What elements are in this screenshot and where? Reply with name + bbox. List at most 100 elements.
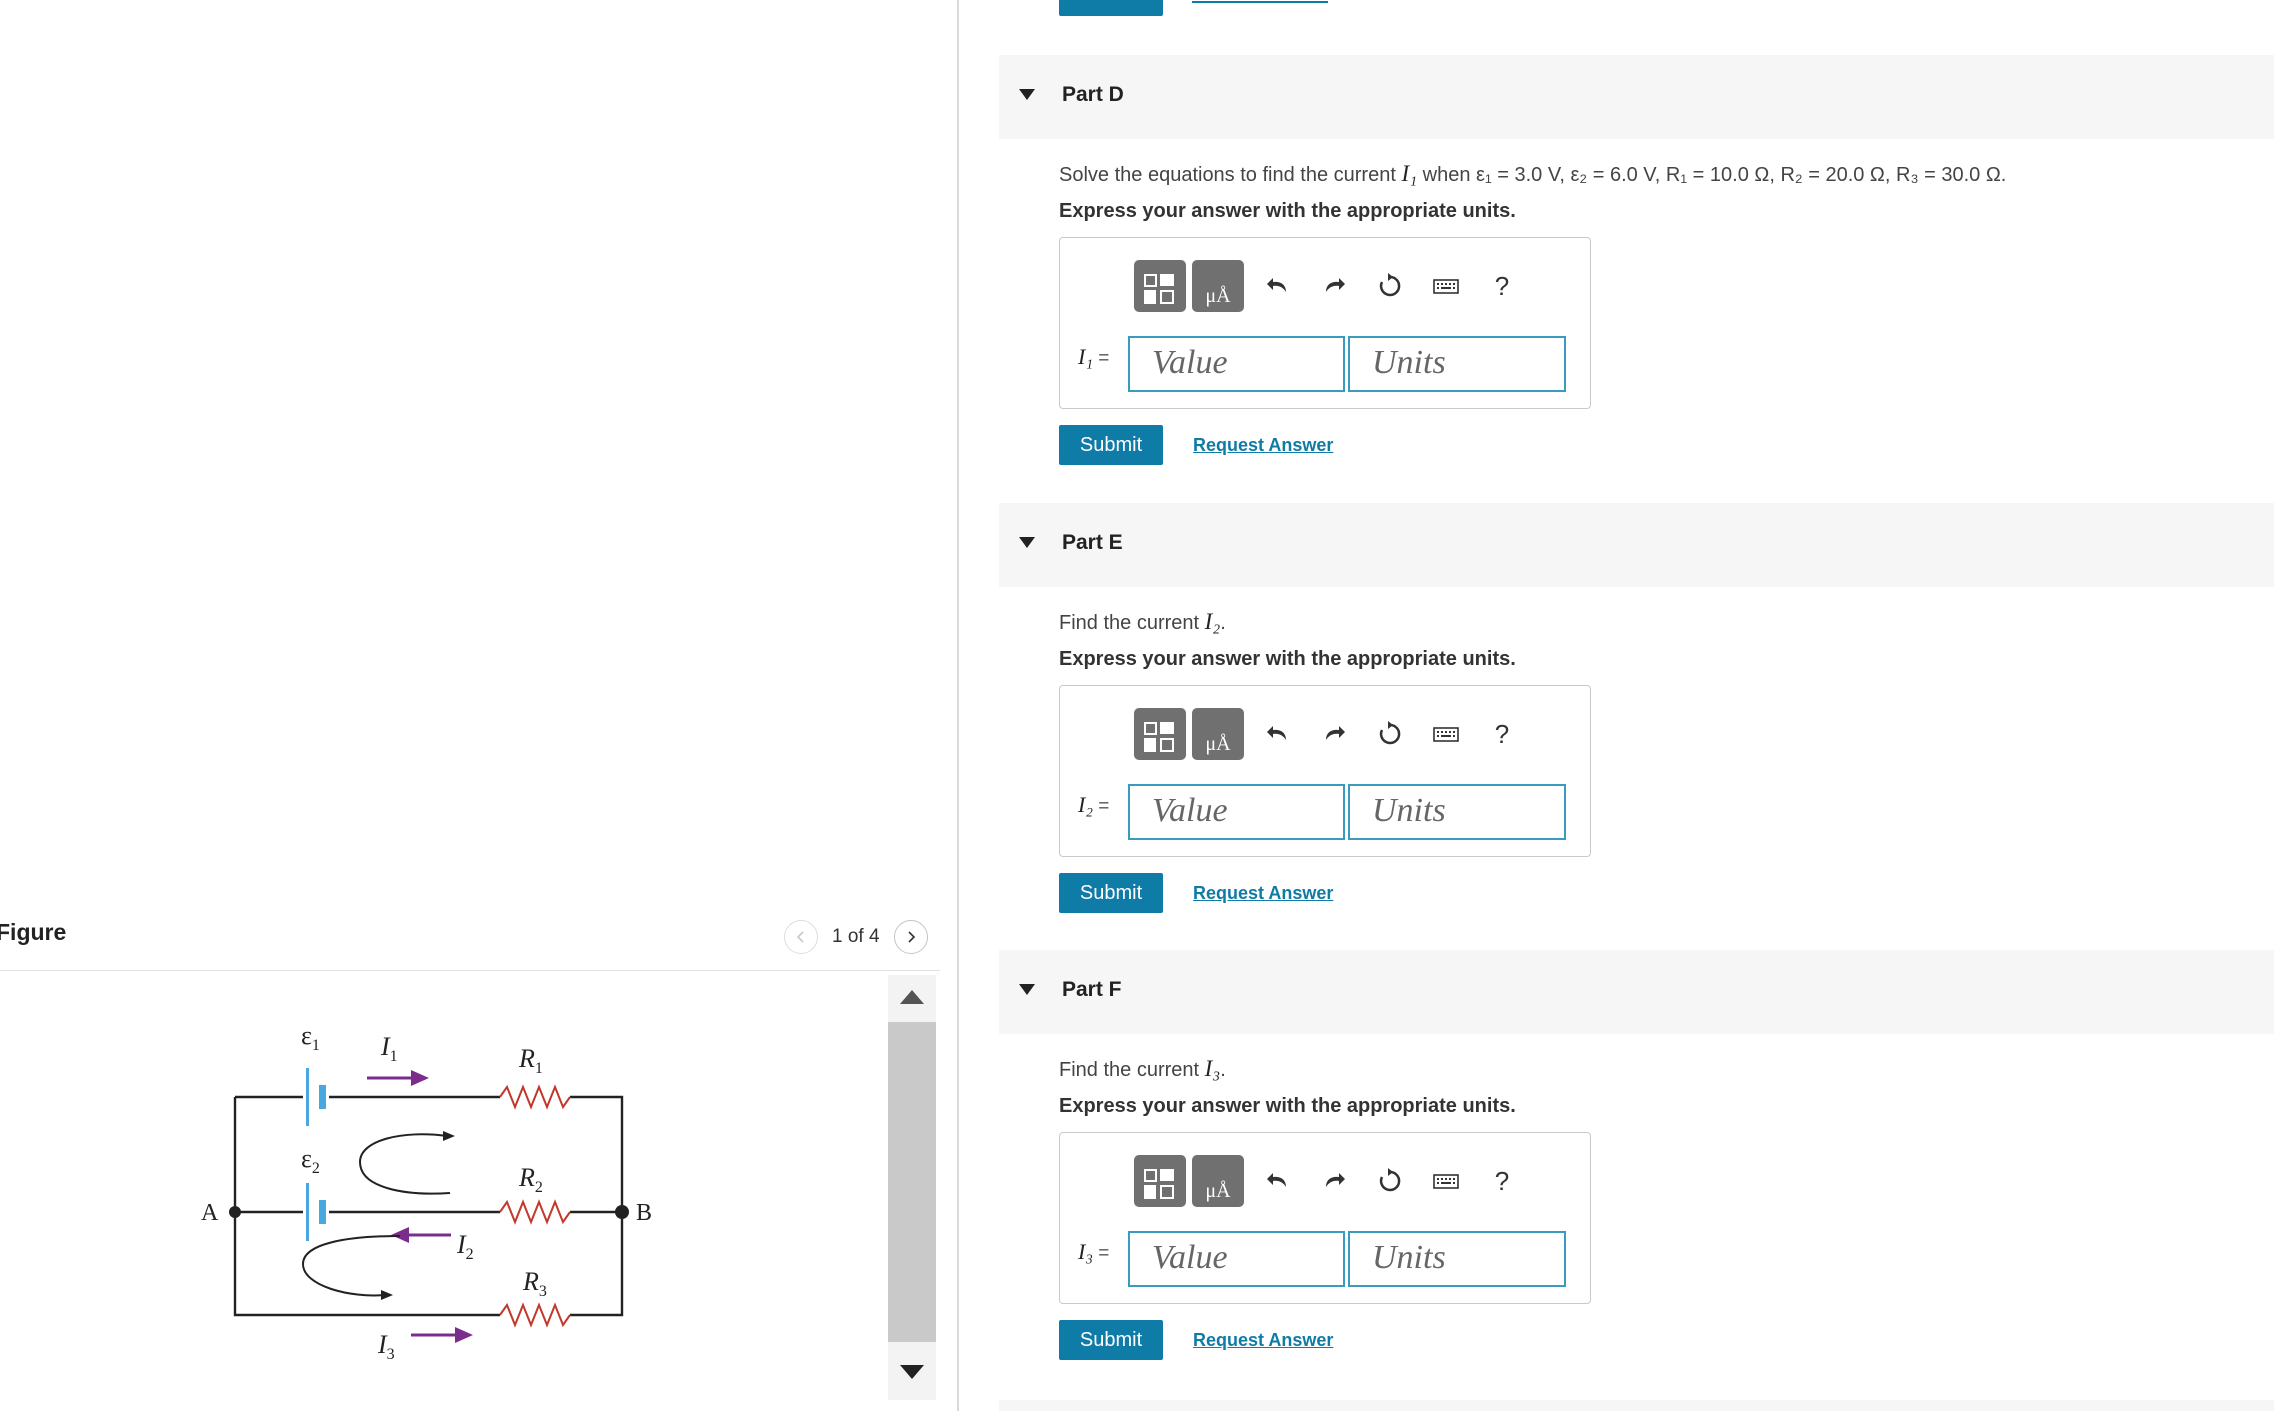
resistor-r2	[499, 1199, 571, 1225]
keyboard-icon[interactable]	[1418, 260, 1474, 312]
part-f: Part F Find the current I₃. Express your…	[999, 950, 2274, 1360]
undo-icon[interactable]	[1250, 1155, 1306, 1207]
keyboard-icon[interactable]	[1418, 1155, 1474, 1207]
part-d-variable-label: I₁ =	[1078, 344, 1110, 369]
i2-label: I2	[456, 1230, 474, 1263]
loop-arrow-upper	[358, 1133, 451, 1195]
resistor-r3	[499, 1302, 571, 1328]
node-b-label: B	[636, 1200, 652, 1226]
units-icon[interactable]: μÅ	[1192, 708, 1244, 760]
part-f-title: Part F	[1062, 978, 1122, 1001]
redo-icon[interactable]	[1306, 260, 1362, 312]
undo-icon[interactable]	[1250, 708, 1306, 760]
emf2-plate-long	[306, 1183, 309, 1241]
part-e-title: Part E	[1062, 531, 1123, 554]
redo-icon[interactable]	[1306, 1155, 1362, 1207]
part-d-submit-button[interactable]: Submit	[1059, 425, 1163, 465]
part-e-units-input[interactable]: Units	[1348, 784, 1566, 840]
next-part-header-edge	[999, 1400, 2274, 1411]
r1-label: R1	[518, 1044, 543, 1077]
circuit-diagram: ε1 ε2 I1 I2 I3 R1 R2 R3 A B	[201, 1021, 652, 1363]
emf2-label: ε2	[301, 1144, 320, 1177]
reset-icon[interactable]	[1362, 260, 1418, 312]
part-d-request-answer-link[interactable]: Request Answer	[1193, 435, 1333, 456]
part-d-value-input[interactable]: Value	[1128, 336, 1345, 392]
next-figure-button[interactable]	[893, 920, 928, 954]
part-e: Part E Find the current I₂. Express your…	[999, 503, 2274, 913]
triangle-up-icon	[900, 990, 924, 1004]
caret-down-icon	[1019, 984, 1035, 995]
node-a-label: A	[201, 1200, 219, 1226]
help-icon[interactable]: ?	[1474, 708, 1530, 760]
keyboard-icon[interactable]	[1418, 708, 1474, 760]
part-e-instruction: Express your answer with the appropriate…	[1059, 648, 1516, 670]
r3-label: R3	[522, 1267, 547, 1300]
previous-figure-button[interactable]	[784, 920, 818, 954]
figure-title: Figure	[0, 919, 67, 945]
i3-label: I3	[377, 1330, 395, 1363]
part-e-header[interactable]: Part E	[999, 503, 2274, 587]
scroll-down-button[interactable]	[888, 1350, 936, 1394]
part-f-request-answer-link[interactable]: Request Answer	[1193, 1330, 1333, 1351]
help-icon[interactable]: ?	[1474, 260, 1530, 312]
part-e-request-answer-link[interactable]: Request Answer	[1193, 883, 1333, 904]
part-f-variable-label: I₃ =	[1078, 1239, 1110, 1264]
part-d-units-input[interactable]: Units	[1348, 336, 1566, 392]
current-arrow-i3	[411, 1327, 473, 1343]
part-e-submit-button[interactable]: Submit	[1059, 873, 1163, 913]
previous-submit-button[interactable]	[1059, 0, 1163, 16]
part-f-units-input[interactable]: Units	[1348, 1231, 1566, 1287]
part-e-answer-box: μÅ ? I₂ = Value Units	[1059, 685, 1591, 857]
triangle-down-icon	[900, 1365, 924, 1379]
undo-icon[interactable]	[1250, 260, 1306, 312]
part-f-answer-box: μÅ ? I₃ = Value Units	[1059, 1132, 1591, 1304]
figure-navigation: 1 of 4	[784, 920, 928, 954]
reset-icon[interactable]	[1362, 1155, 1418, 1207]
part-d-instruction: Express your answer with the appropriate…	[1059, 200, 1516, 222]
part-f-value-input[interactable]: Value	[1128, 1231, 1345, 1287]
r2-label: R2	[518, 1163, 543, 1196]
part-f-submit-button[interactable]: Submit	[1059, 1320, 1163, 1360]
chevron-left-icon	[796, 931, 804, 943]
part-e-value-input[interactable]: Value	[1128, 784, 1345, 840]
math-toolbar: μÅ ?	[1134, 708, 1530, 760]
part-d-title: Part D	[1062, 83, 1124, 106]
math-toolbar: μÅ ?	[1134, 1155, 1530, 1207]
reset-icon[interactable]	[1362, 708, 1418, 760]
help-icon[interactable]: ?	[1474, 1155, 1530, 1207]
current-arrow-i1	[367, 1070, 429, 1086]
part-d-answer-box: μÅ ? I₁ = Value Units	[1059, 237, 1591, 409]
units-icon[interactable]: μÅ	[1192, 1155, 1244, 1207]
figure-page-indicator: 1 of 4	[832, 926, 880, 947]
redo-icon[interactable]	[1306, 708, 1362, 760]
part-f-header[interactable]: Part F	[999, 950, 2274, 1034]
part-d-prompt: Solve the equations to find the current …	[1059, 161, 2007, 186]
part-f-instruction: Express your answer with the appropriate…	[1059, 1095, 1516, 1117]
units-icon[interactable]: μÅ	[1192, 260, 1244, 312]
previous-request-answer-link[interactable]	[1192, 0, 1328, 3]
math-toolbar: μÅ ?	[1134, 260, 1530, 312]
loop-arrow-lower	[301, 1235, 401, 1297]
part-d: Part D Solve the equations to find the c…	[999, 55, 2274, 465]
part-f-prompt: Find the current I₃.	[1059, 1056, 1226, 1081]
chevron-right-icon	[907, 931, 915, 943]
figure-divider	[0, 970, 940, 971]
caret-down-icon	[1019, 537, 1035, 548]
part-e-prompt: Find the current I₂.	[1059, 609, 1226, 634]
node-b-dot	[615, 1205, 629, 1219]
resistor-r1	[499, 1084, 571, 1110]
emf2-plate-short	[319, 1200, 326, 1224]
scrollbar-thumb[interactable]	[888, 1022, 936, 1342]
templates-icon[interactable]	[1134, 260, 1186, 312]
caret-down-icon	[1019, 89, 1035, 100]
part-d-header[interactable]: Part D	[999, 55, 2274, 139]
emf1-label: ε1	[301, 1021, 320, 1054]
part-e-variable-label: I₂ =	[1078, 792, 1110, 817]
figure-pane: Figure 1 of 4 ε1 ε2 I1 I2 I3 R1 R2 R3 A …	[0, 0, 958, 1411]
node-a-dot	[229, 1206, 241, 1218]
scroll-up-button[interactable]	[888, 975, 936, 1019]
templates-icon[interactable]	[1134, 708, 1186, 760]
templates-icon[interactable]	[1134, 1155, 1186, 1207]
top-wire	[233, 1095, 624, 1317]
i1-label: I1	[380, 1032, 398, 1065]
